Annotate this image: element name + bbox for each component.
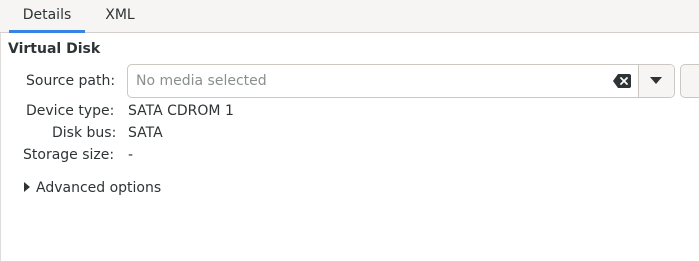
source-path-label: Source path:	[26, 73, 116, 89]
tab-bar: Details XML	[0, 0, 699, 33]
advanced-options-label: Advanced options	[36, 180, 162, 196]
source-path-combo[interactable]	[127, 64, 675, 98]
storage-size-label: Storage size:	[23, 147, 115, 163]
browse-button[interactable]	[680, 64, 699, 98]
device-type-value: SATA CDROM 1	[128, 103, 234, 119]
device-type-label: Device type:	[26, 103, 115, 119]
panel-border	[0, 33, 1, 261]
disk-bus-value: SATA	[128, 125, 163, 141]
disk-bus-label: Disk bus:	[52, 125, 117, 141]
tab-details[interactable]: Details	[9, 0, 85, 33]
disk-details-panel: Details XML Virtual Disk Source path: De…	[0, 0, 699, 261]
chevron-down-icon	[650, 77, 662, 84]
edit-clear-icon[interactable]	[613, 74, 631, 88]
storage-size-value: -	[128, 147, 134, 163]
source-path-dropdown-button[interactable]	[639, 65, 674, 97]
source-path-input[interactable]	[136, 65, 606, 97]
section-title: Virtual Disk	[8, 41, 101, 57]
pan-end-icon	[24, 182, 30, 192]
tab-xml[interactable]: XML	[94, 0, 146, 33]
